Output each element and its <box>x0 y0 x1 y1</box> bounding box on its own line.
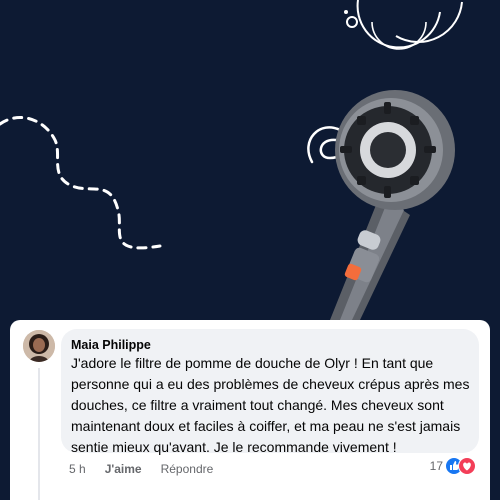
decorative-circle-arcs <box>344 0 463 50</box>
avatar[interactable] <box>23 330 55 362</box>
comment-actions: 5 h J'aime Répondre <box>69 461 232 477</box>
comment-text: J'adore le filtre de pomme de douche de … <box>71 355 470 455</box>
avatar-photo <box>23 330 55 362</box>
comment-time[interactable]: 5 h <box>69 462 86 476</box>
reply-button[interactable]: Répondre <box>161 462 214 476</box>
comment-card: Maia Philippe J'adore le filtre de pomme… <box>10 320 490 500</box>
reaction-count: 17 <box>429 459 443 473</box>
reaction-summary[interactable]: 17 <box>430 457 476 475</box>
dashed-squiggle-left <box>0 115 162 250</box>
like-button[interactable]: J'aime <box>105 462 142 476</box>
comment-bubble: Maia Philippe J'adore le filtre de pomme… <box>61 329 479 455</box>
shower-head-illustration <box>330 90 455 320</box>
thread-line <box>38 368 40 500</box>
comment-author[interactable]: Maia Philippe <box>71 338 151 352</box>
love-icon <box>458 457 476 475</box>
